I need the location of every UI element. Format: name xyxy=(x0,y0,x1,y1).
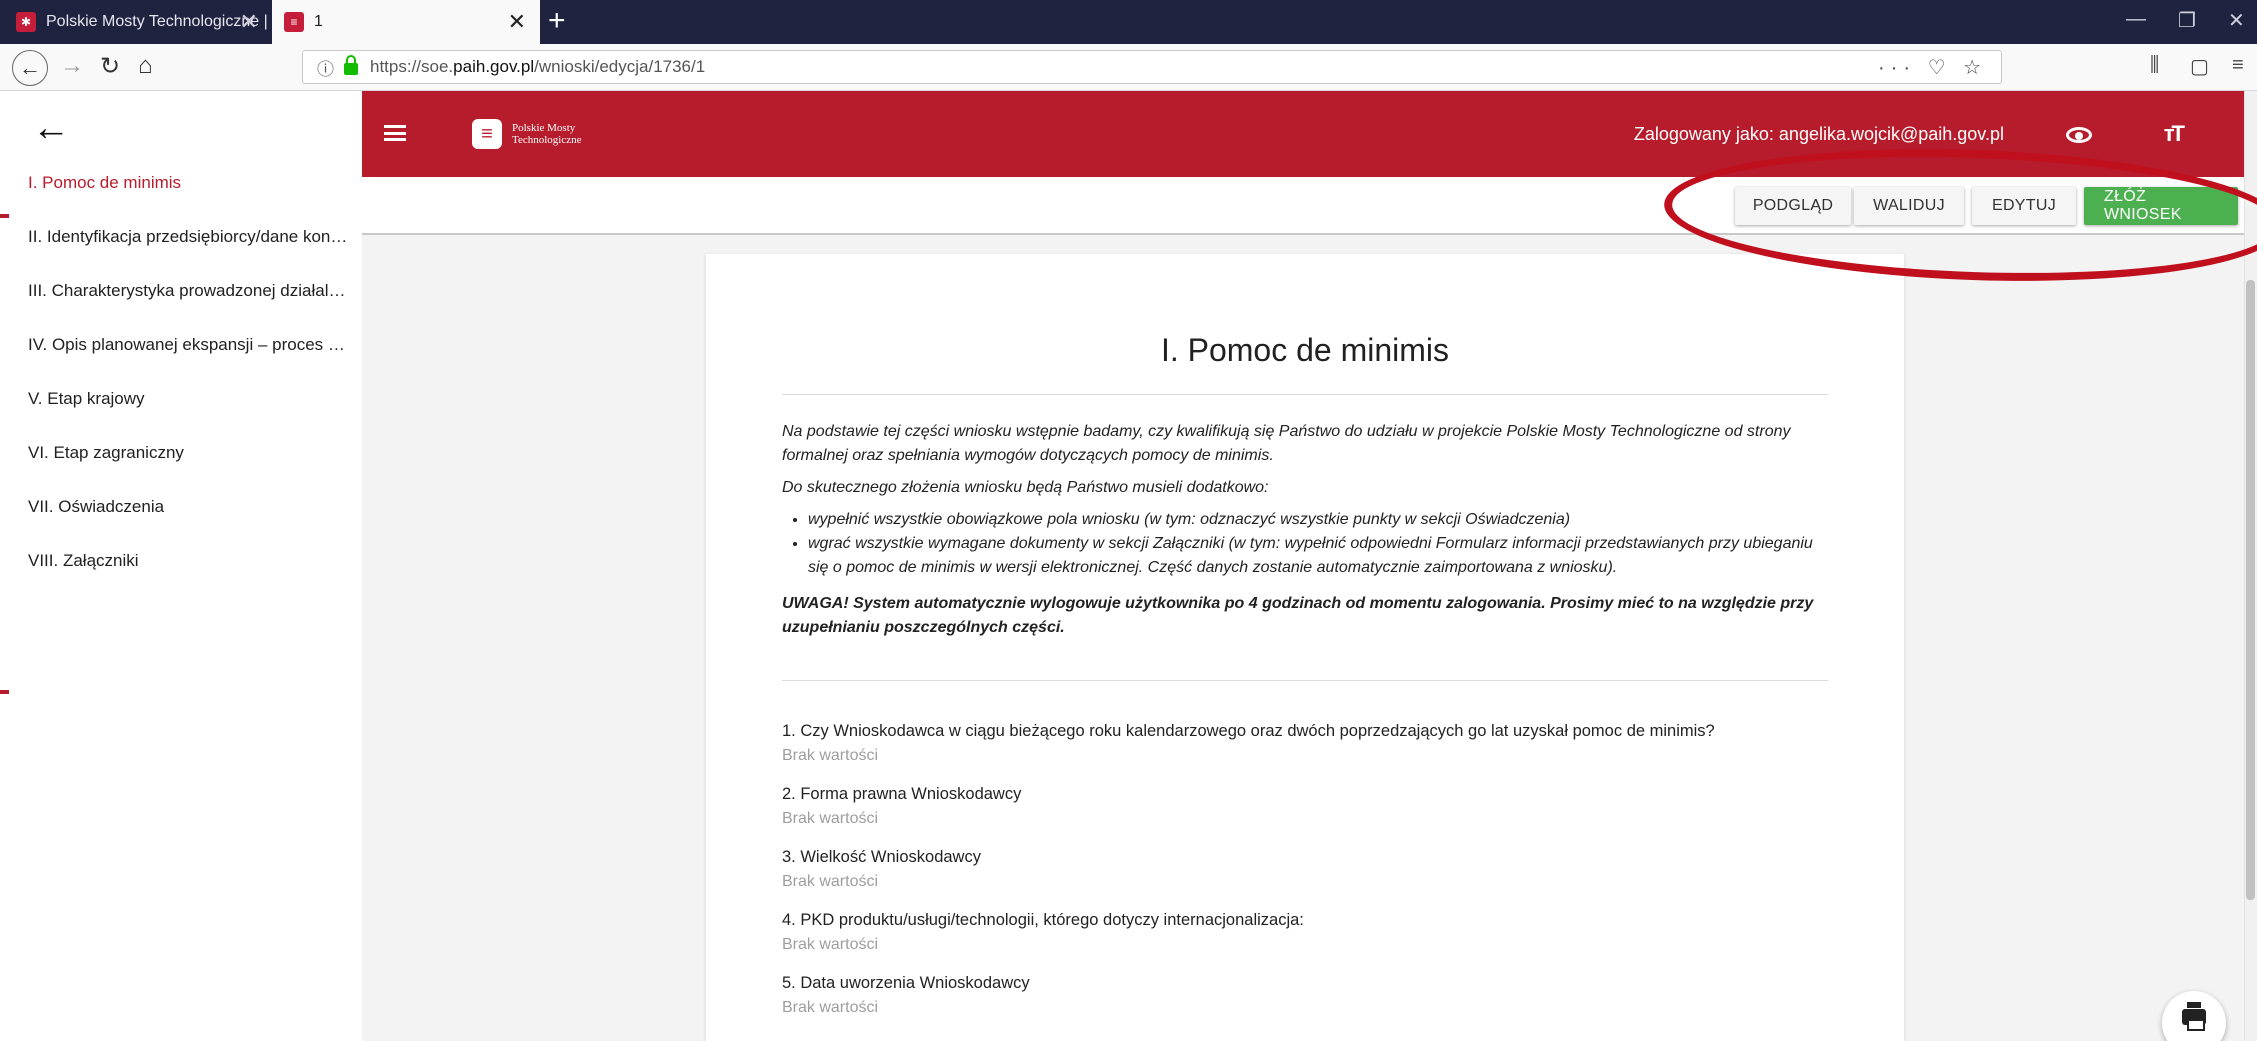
minimize-icon[interactable]: — xyxy=(2126,8,2146,31)
logo[interactable]: ≡ Polskie Mosty Technologiczne xyxy=(472,119,581,149)
site-favicon-icon: ✱ xyxy=(16,12,36,32)
forward-arrow-icon[interactable]: → xyxy=(60,52,84,80)
question-item: 1. Czy Wnioskodawca w ciągu bieżącego ro… xyxy=(782,722,1832,765)
sidebar-item-etap-zagraniczny[interactable]: VI. Etap zagraniczny xyxy=(28,443,348,463)
window-close-icon[interactable]: ✕ xyxy=(2228,8,2245,33)
intro-paragraph: Do skutecznego złożenia wniosku będą Pań… xyxy=(782,479,1269,496)
app-favicon-icon: ≡ xyxy=(284,12,304,32)
logo-text: Polskie Mosty Technologiczne xyxy=(512,122,582,146)
question-label: 5. Data uworzenia Wnioskodawcy xyxy=(782,974,1030,992)
new-tab-icon[interactable]: + xyxy=(548,4,566,38)
sidebar-toggle-icon[interactable]: ▢ xyxy=(2190,54,2209,79)
page-actions-icon[interactable]: ··· ♡ ☆ xyxy=(1878,55,1987,80)
browser-tab-1[interactable]: ✱ Polskie Mosty Technologiczne | ✕ xyxy=(0,0,272,44)
sidebar-item-pomoc[interactable]: I. Pomoc de minimis xyxy=(28,173,348,193)
back-arrow-icon[interactable]: ← xyxy=(32,109,70,147)
lock-icon xyxy=(344,55,358,75)
intro-text: Na podstawie tej części wniosku wstępnie… xyxy=(782,420,1832,640)
back-arrow-icon[interactable]: ← xyxy=(12,50,48,86)
home-icon[interactable]: ⌂ xyxy=(138,52,153,80)
reload-icon[interactable]: ↻ xyxy=(100,52,120,81)
section-sidebar: ← I. Pomoc de minimis II. Identyfikacja … xyxy=(0,91,362,1041)
printer-icon xyxy=(2182,1002,2206,1031)
question-label: 3. Wielkość Wnioskodawcy xyxy=(782,848,981,866)
sidebar-item-zalaczniki[interactable]: VIII. Załączniki xyxy=(28,551,348,571)
edit-button[interactable]: EDYTUJ xyxy=(1972,187,2076,225)
form-card: I. Pomoc de minimis Na podstawie tej czę… xyxy=(706,254,1904,1041)
url-bar[interactable]: ⓘ https://soe.paih.gov.pl/wnioski/edycja… xyxy=(302,50,2002,84)
info-icon[interactable]: ⓘ xyxy=(317,55,334,80)
divider xyxy=(782,394,1828,395)
divider xyxy=(782,680,1828,681)
question-value: Brak wartości xyxy=(782,810,879,827)
library-icon[interactable]: ⫼ xyxy=(2150,54,2159,77)
question-item: 2. Forma prawna Wnioskodawcy Brak wartoś… xyxy=(782,785,1832,828)
question-value: Brak wartości xyxy=(782,936,879,953)
restore-icon[interactable]: ❐ xyxy=(2178,8,2196,33)
sidebar-item-oswiadczenia[interactable]: VII. Oświadczenia xyxy=(28,497,348,517)
question-label: 2. Forma prawna Wnioskodawcy xyxy=(782,785,1022,803)
list-item: wgrać wszystkie wymagane dokumenty w sek… xyxy=(808,532,1832,580)
scrollbar-thumb[interactable] xyxy=(2246,280,2255,900)
sidebar-item-charakterystyka[interactable]: III. Charakterystyka prowadzonej działal… xyxy=(28,281,348,301)
close-icon[interactable]: ✕ xyxy=(508,9,526,35)
sidebar-item-etap-krajowy[interactable]: V. Etap krajowy xyxy=(28,389,348,409)
url-text: https://soe.paih.gov.pl/wnioski/edycja/1… xyxy=(370,57,706,76)
browser-tab-2[interactable]: ≡ 1 ✕ xyxy=(272,0,540,44)
eye-icon[interactable] xyxy=(2066,127,2092,143)
question-item: 3. Wielkość Wnioskodawcy Brak wartości xyxy=(782,848,1832,891)
question-item: 5. Data uworzenia Wnioskodawcy Brak wart… xyxy=(782,974,1832,1017)
validate-button[interactable]: WALIDUJ xyxy=(1854,187,1964,225)
section-marker xyxy=(0,690,9,694)
browser-tab-bar: ✱ Polskie Mosty Technologiczne | ✕ ≡ 1 ✕… xyxy=(0,0,2257,44)
question-value: Brak wartości xyxy=(782,747,879,764)
page-title: I. Pomoc de minimis xyxy=(1160,332,1450,368)
tab-title: 1 xyxy=(314,13,323,30)
tab-title: Polskie Mosty Technologiczne | xyxy=(46,13,268,30)
sidebar-item-opis[interactable]: IV. Opis planowanej ekspansji – proces i… xyxy=(28,335,348,355)
preview-button[interactable]: PODGLĄD xyxy=(1735,187,1851,225)
question-item: 4. PKD produktu/usługi/technologii, któr… xyxy=(782,911,1832,954)
logo-icon: ≡ xyxy=(472,119,502,149)
question-label: 4. PKD produktu/usługi/technologii, któr… xyxy=(782,911,1304,929)
browser-nav-bar: ← → ↻ ⌂ ⓘ https://soe.paih.gov.pl/wniosk… xyxy=(0,44,2257,91)
question-value: Brak wartości xyxy=(782,873,879,890)
section-marker xyxy=(0,214,9,218)
submit-application-button[interactable]: ZŁÓŻ WNIOSEK xyxy=(2084,187,2238,225)
logged-in-user: Zalogowany jako: angelika.wojcik@paih.go… xyxy=(1633,124,2004,144)
warning-text: UWAGA! System automatycznie wylogowuje u… xyxy=(782,595,1814,636)
hamburger-menu-icon[interactable] xyxy=(384,125,406,141)
menu-icon[interactable]: ≡ xyxy=(2232,54,2244,77)
intro-paragraph: Na podstawie tej części wniosku wstępnie… xyxy=(782,423,1791,464)
close-icon[interactable]: ✕ xyxy=(240,9,258,35)
sidebar-item-identyfikacja[interactable]: II. Identyfikacja przedsiębiorcy/dane ko… xyxy=(28,227,348,247)
text-size-icon[interactable]: ᴛT xyxy=(2164,121,2185,147)
question-label: 1. Czy Wnioskodawca w ciągu bieżącego ro… xyxy=(782,722,1715,740)
question-value: Brak wartości xyxy=(782,999,879,1016)
app-header: ≡ Polskie Mosty Technologiczne Zalogowan… xyxy=(362,91,2244,177)
action-bar: PODGLĄD WALIDUJ EDYTUJ ZŁÓŻ WNIOSEK xyxy=(362,177,2244,235)
list-item: wypełnić wszystkie obowiązkowe pola wnio… xyxy=(808,508,1832,532)
